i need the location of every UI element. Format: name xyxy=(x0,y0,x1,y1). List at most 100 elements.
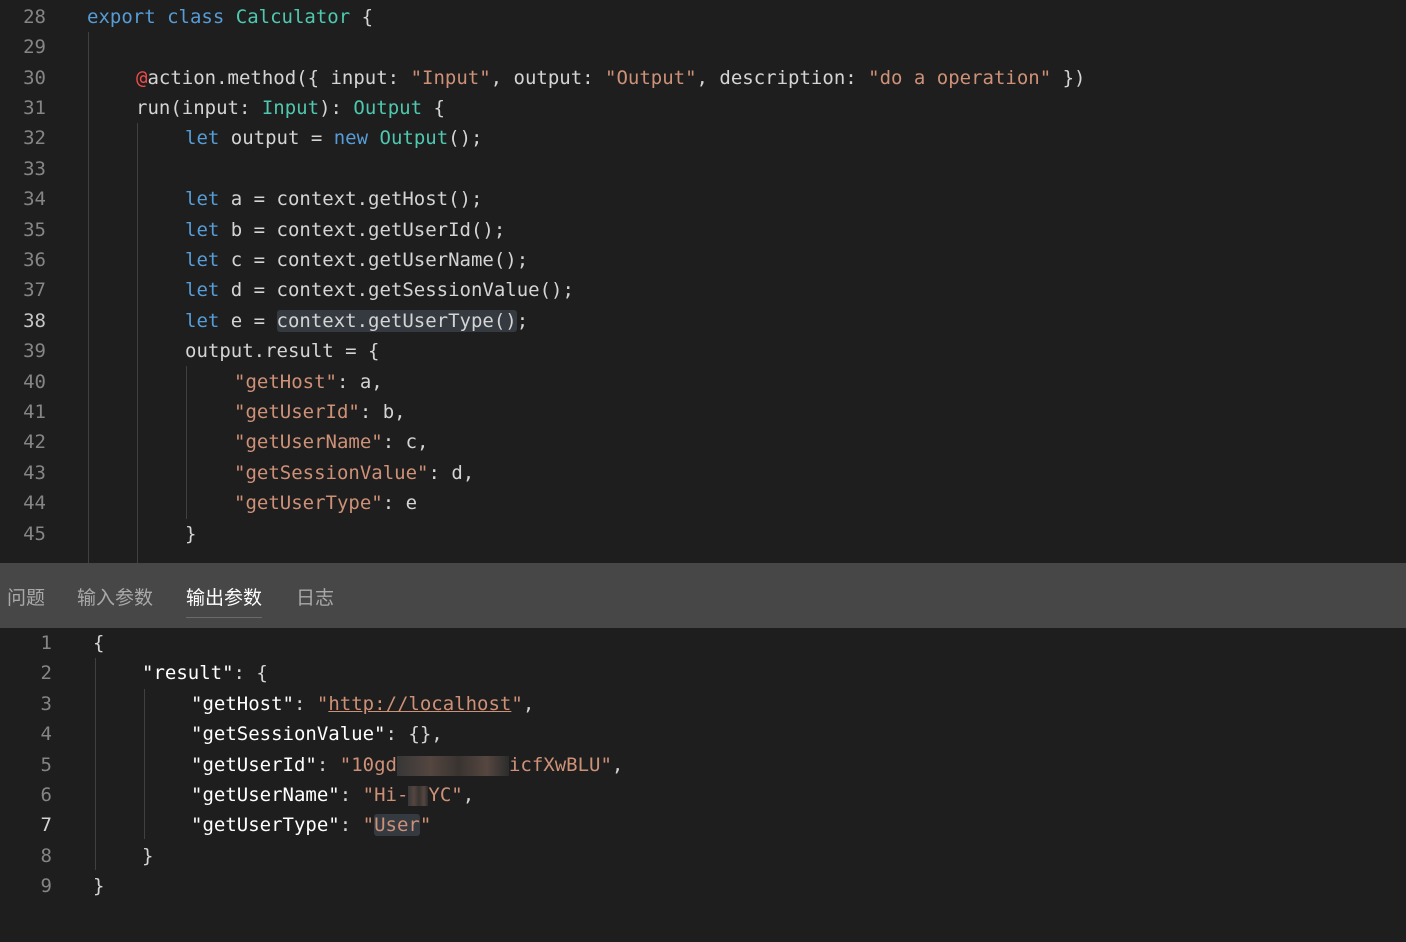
code-text: c = context.getUserName(); xyxy=(219,249,529,271)
line-number: 4 xyxy=(40,723,52,745)
line-number: 30 xyxy=(23,67,46,89)
json-quote: " xyxy=(191,814,203,836)
string: "Input" xyxy=(410,67,491,89)
code-text: : a, xyxy=(336,371,383,393)
code-line: "getHost": a, xyxy=(234,367,383,397)
code-text: e = xyxy=(219,310,277,332)
json-punct: : xyxy=(293,693,317,715)
json-line: } xyxy=(93,871,104,901)
selection-highlight: User xyxy=(374,814,420,836)
code-text: }) xyxy=(1051,67,1086,89)
json-quote: " xyxy=(419,814,432,836)
code-text: d = context.getSessionValue(); xyxy=(219,279,574,301)
json-line: "getHost": "http://localhost", xyxy=(191,689,534,719)
code-text: b = context.getUserId(); xyxy=(219,219,506,241)
line-number: 40 xyxy=(23,371,46,393)
line-number-active: 7 xyxy=(40,814,52,836)
keyword: let xyxy=(185,249,220,271)
code-editor[interactable]: 28 29 30 31 32 33 34 35 36 37 38 39 40 4… xyxy=(0,0,1406,563)
line-number: 41 xyxy=(23,401,46,423)
code-text: ; xyxy=(516,310,529,332)
type-name: Input xyxy=(261,97,320,119)
json-string: icfXwBLU" xyxy=(508,754,612,776)
code-text: action.method({ input: xyxy=(147,67,411,89)
json-quote: " xyxy=(282,693,294,715)
line-number: 3 xyxy=(40,693,52,715)
json-line: "getSessionValue": {}, xyxy=(191,719,443,749)
line-number: 31 xyxy=(23,97,46,119)
json-key: getSessionValue xyxy=(202,723,375,745)
line-number: 37 xyxy=(23,279,46,301)
code-text: (); xyxy=(448,127,483,149)
line-number: 34 xyxy=(23,188,46,210)
code-line: output.result = { xyxy=(185,336,379,366)
json-line: "getUserId": "10gd icfXwBLU", xyxy=(191,750,623,780)
code-line: let a = context.getHost(); xyxy=(185,184,482,214)
line-number: 42 xyxy=(23,431,46,453)
code-line: let output = new Output(); xyxy=(185,123,482,153)
code-text: : d, xyxy=(428,462,475,484)
code-line: run(input: Input): Output { xyxy=(136,93,445,123)
string: "getSessionValue" xyxy=(234,462,429,484)
code-line: let d = context.getSessionValue(); xyxy=(185,275,574,305)
string: "getUserName" xyxy=(234,431,383,453)
punct: { xyxy=(350,6,374,28)
keyword: let xyxy=(185,188,220,210)
code-text: ): xyxy=(319,97,354,119)
code-text: : c, xyxy=(382,431,429,453)
tab-log[interactable]: 日志 xyxy=(296,585,334,611)
json-punct: , xyxy=(522,693,535,715)
line-number: 33 xyxy=(23,158,46,180)
line-number: 32 xyxy=(23,127,46,149)
json-quote: " xyxy=(328,784,340,806)
json-punct: { xyxy=(93,632,105,654)
url-link[interactable]: http://localhost xyxy=(328,693,511,715)
json-line: { xyxy=(93,628,104,658)
json-line: } xyxy=(142,841,153,871)
code-text: , output: xyxy=(490,67,606,89)
json-key: getUserName xyxy=(202,784,329,806)
keyword: class xyxy=(167,6,225,28)
code-line: export class Calculator { xyxy=(87,2,373,32)
line-number: 28 xyxy=(23,6,46,28)
json-line: "result": { xyxy=(142,658,268,688)
line-number-active: 38 xyxy=(23,310,46,332)
type-name: Output xyxy=(379,127,449,149)
redacted-mosaic xyxy=(408,785,429,806)
json-quote: " xyxy=(328,814,340,836)
json-quote: " xyxy=(191,754,203,776)
json-string: "10gd xyxy=(339,754,397,776)
line-number: 35 xyxy=(23,219,46,241)
line-number: 2 xyxy=(40,662,52,684)
selection-highlight: context.getUserType() xyxy=(276,310,517,332)
json-punct: : { xyxy=(233,662,268,684)
tab-output-params[interactable]: 输出参数 xyxy=(186,585,263,618)
json-key: "result" xyxy=(142,662,234,684)
code-line: let b = context.getUserId(); xyxy=(185,215,505,245)
tab-problems[interactable]: 问题 xyxy=(7,585,45,611)
json-line-active: "getUserType": "User" xyxy=(191,810,431,840)
code-text: , description: xyxy=(696,67,869,89)
line-number: 9 xyxy=(40,875,52,897)
tab-input-params[interactable]: 输入参数 xyxy=(77,585,153,611)
code-text: a = context.getHost(); xyxy=(219,188,483,210)
json-quote: " xyxy=(191,723,203,745)
json-key: getHost xyxy=(202,693,283,715)
json-quote: " xyxy=(305,754,317,776)
indent-guide xyxy=(95,658,96,870)
json-punct: } xyxy=(142,845,154,867)
code-line: @action.method({ input: "Input", output:… xyxy=(136,63,1086,93)
output-json-viewer[interactable]: 1 2 3 4 5 6 7 8 9 { "result": { "getHost… xyxy=(0,628,1406,942)
code-text: : e xyxy=(382,492,418,514)
string: "getUserId" xyxy=(234,401,360,423)
line-number: 6 xyxy=(40,784,52,806)
json-punct: , xyxy=(611,754,624,776)
line-number: 39 xyxy=(23,340,46,362)
line-number: 36 xyxy=(23,249,46,271)
line-number: 44 xyxy=(23,492,46,514)
keyword: let xyxy=(185,310,220,332)
line-number: 43 xyxy=(23,462,46,484)
json-quote: " xyxy=(191,693,203,715)
code-line: "getSessionValue": d, xyxy=(234,458,474,488)
code-text: : xyxy=(238,97,262,119)
